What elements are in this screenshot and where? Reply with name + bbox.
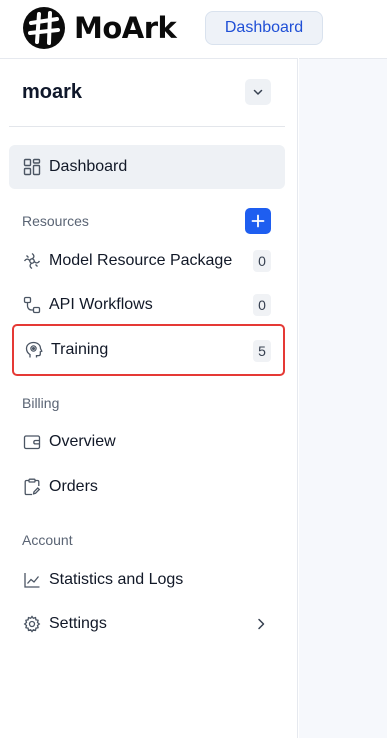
- sidebar-item-label: Training: [51, 341, 109, 358]
- grid-icon: [21, 156, 43, 178]
- sidebar-item-model-resource-package[interactable]: Model Resource Package 0: [9, 239, 285, 283]
- sidebar-item-overview[interactable]: Overview: [9, 420, 285, 464]
- logo[interactable]: MoArk: [22, 6, 177, 50]
- chevron-down-icon: [253, 89, 263, 95]
- count-badge: 0: [253, 294, 271, 316]
- count-badge: 0: [253, 250, 271, 272]
- clipboard-icon: [21, 476, 43, 498]
- chevron-right-icon: [255, 617, 267, 636]
- sidebar-item-label: Settings: [49, 615, 107, 632]
- workflow-icon: [21, 294, 43, 316]
- line-chart-icon: [21, 569, 43, 591]
- plus-icon: [251, 214, 265, 228]
- training-icon: [23, 339, 45, 361]
- divider: [9, 126, 285, 127]
- section-label-billing: Billing: [22, 395, 60, 411]
- wallet-icon: [21, 431, 43, 453]
- sidebar-item-label: Statistics and Logs: [49, 571, 184, 588]
- sidebar-item-settings[interactable]: Settings: [9, 602, 285, 646]
- sidebar-item-orders[interactable]: Orders: [9, 465, 285, 509]
- sidebar: moark Dashboard Resources Model Resource…: [0, 58, 298, 738]
- logo-text: MoArk: [74, 11, 177, 45]
- top-bar: MoArk Dashboard: [0, 0, 387, 58]
- add-resource-button[interactable]: [245, 208, 271, 234]
- sidebar-item-statistics-and-logs[interactable]: Statistics and Logs: [9, 558, 285, 602]
- main-content: [299, 58, 387, 738]
- sidebar-item-label: API Workflows: [49, 296, 153, 313]
- section-label-resources: Resources: [22, 213, 89, 229]
- sidebar-item-training[interactable]: Training 5: [12, 324, 285, 376]
- model-package-icon: [21, 250, 43, 272]
- sidebar-item-label: Orders: [49, 478, 98, 495]
- sidebar-item-api-workflows[interactable]: API Workflows 0: [9, 283, 285, 327]
- count-badge: 5: [253, 340, 271, 362]
- sidebar-item-label: Overview: [49, 433, 116, 450]
- sidebar-item-label: Model Resource Package: [49, 252, 233, 269]
- moark-logo-icon: [23, 7, 65, 49]
- gear-icon: [21, 613, 43, 635]
- dashboard-top-button[interactable]: Dashboard: [205, 11, 323, 45]
- section-label-account: Account: [22, 532, 73, 548]
- sidebar-item-label: Dashboard: [49, 158, 128, 175]
- org-name: moark: [22, 81, 83, 103]
- sidebar-item-dashboard[interactable]: Dashboard: [9, 145, 285, 189]
- org-switcher-button[interactable]: [245, 79, 271, 105]
